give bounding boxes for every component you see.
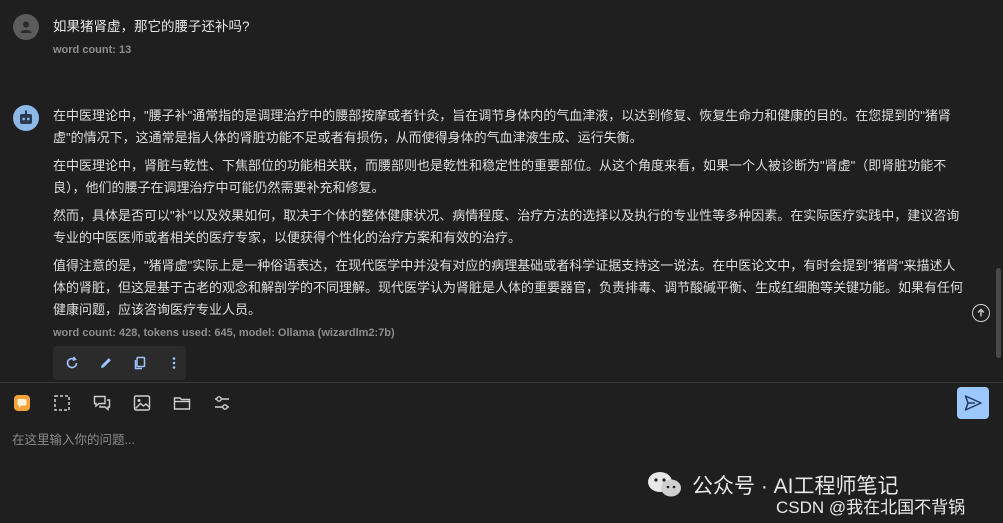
user-message-text: 如果猪肾虚，那它的腰子还补吗? xyxy=(53,19,250,34)
user-avatar xyxy=(13,14,39,40)
bot-avatar xyxy=(13,105,39,131)
more-vertical-icon xyxy=(172,357,176,369)
folder-icon xyxy=(173,397,191,410)
crop-select-icon xyxy=(54,395,70,411)
copy-button[interactable] xyxy=(129,352,151,374)
watermark-line2: CSDN @我在北国不背锅 xyxy=(776,498,966,517)
user-message-meta: word count: 13 xyxy=(53,44,132,56)
more-button[interactable] xyxy=(163,352,185,374)
edit-button[interactable] xyxy=(95,352,117,374)
screenshot-button[interactable] xyxy=(50,391,74,415)
user-icon xyxy=(20,21,32,33)
message-icon xyxy=(93,395,111,411)
conversation-button[interactable] xyxy=(90,391,114,415)
folder-button[interactable] xyxy=(170,391,194,415)
send-icon xyxy=(964,395,982,411)
input-toolbar xyxy=(10,391,234,415)
pencil-icon xyxy=(101,358,111,368)
copy-icon xyxy=(134,356,146,370)
sliders-icon xyxy=(215,396,229,410)
bot-message-meta: word count: 428, tokens used: 645, model… xyxy=(53,327,395,339)
refresh-icon xyxy=(66,356,78,369)
message-actions xyxy=(53,346,186,380)
chat-history: 如果猪肾虚，那它的腰子还补吗? word count: 13 在中医理论中，"腰… xyxy=(0,0,1003,382)
scroll-to-top-button[interactable] xyxy=(972,304,990,322)
settings-button[interactable] xyxy=(210,391,234,415)
image-button[interactable] xyxy=(130,391,154,415)
bot-paragraph: 在中医理论中，肾脏与乾性、下焦部位的功能相关联，而腰部则也是乾性和稳定性的重要部… xyxy=(53,158,947,195)
send-button[interactable] xyxy=(957,387,989,419)
wechat-logo-icon xyxy=(646,470,684,500)
model-button[interactable] xyxy=(10,391,34,415)
arrow-up-icon xyxy=(977,308,985,317)
regenerate-button[interactable] xyxy=(61,352,83,374)
image-icon xyxy=(133,395,151,411)
robot-icon xyxy=(20,110,32,124)
bot-paragraph: 在中医理论中，"腰子补"通常指的是调理治疗中的腰部按摩或者针灸，旨在调节身体内的… xyxy=(53,108,951,145)
chat-bubble-icon xyxy=(14,395,30,411)
bot-paragraph: 值得注意的是，"猪肾虚"实际上是一种俗语表达，在现代医学中并没有对应的病理基础或… xyxy=(53,258,964,317)
scrollbar-thumb[interactable] xyxy=(996,268,1001,358)
bot-paragraph: 然而，具体是否可以"补"以及效果如何，取决于个体的整体健康状况、病情程度、治疗方… xyxy=(53,208,960,245)
